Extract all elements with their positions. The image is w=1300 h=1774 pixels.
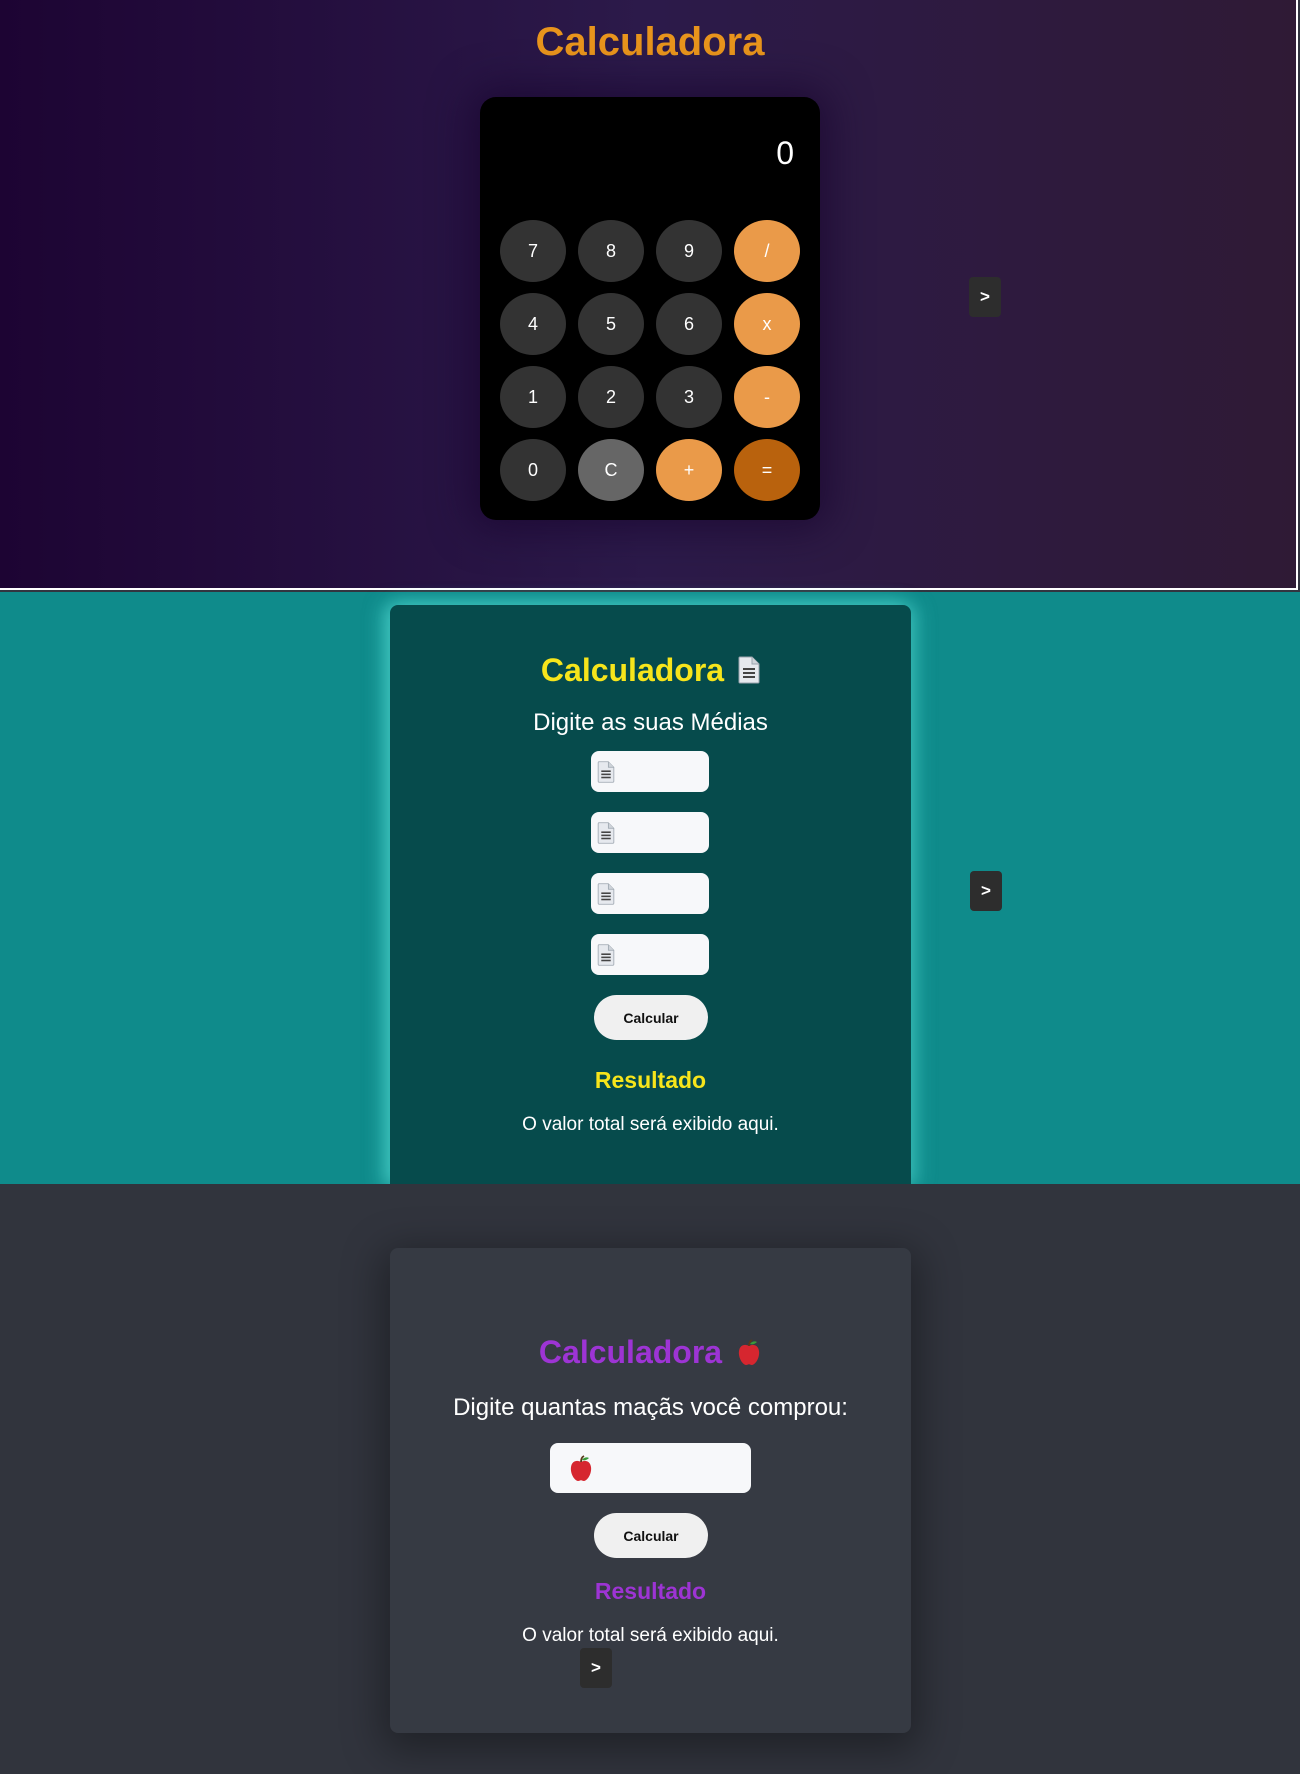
apples-title-text: Calculadora — [538, 1334, 723, 1370]
calculate-button[interactable]: Calcular — [594, 995, 708, 1040]
result-text: O valor total será exibido aqui. — [522, 1114, 779, 1135]
grade-input-2[interactable] — [591, 812, 709, 853]
key-equals[interactable]: = — [734, 439, 800, 501]
grades-title-text: Calculadora — [540, 652, 725, 688]
apples-calculator-section: Calculadora Digite quantas maçãs você co… — [0, 1184, 1300, 1774]
grades-calculator-section: Calculadora Digite as suas Médias Calcul… — [0, 592, 1300, 1184]
next-button[interactable]: > — [970, 871, 1002, 911]
apples-title: Calculadora — [390, 1334, 911, 1374]
key-add[interactable]: + — [656, 439, 722, 501]
calculate-button[interactable]: Calcular — [594, 1513, 708, 1558]
key-divide[interactable]: / — [734, 220, 800, 282]
key-9[interactable]: 9 — [656, 220, 722, 282]
grades-subtitle: Digite as suas Médias — [533, 709, 768, 736]
key-3[interactable]: 3 — [656, 366, 722, 428]
document-icon — [738, 655, 760, 692]
key-6[interactable]: 6 — [656, 293, 722, 355]
grade-input-3[interactable] — [591, 873, 709, 914]
basic-calculator-title: Calculadora — [535, 20, 765, 64]
apples-quantity-input[interactable] — [550, 1443, 751, 1493]
next-button[interactable]: > — [969, 277, 1001, 317]
result-title: Resultado — [594, 1067, 707, 1093]
document-icon — [597, 944, 615, 971]
apples-card: Calculadora Digite quantas maçãs você co… — [390, 1248, 911, 1733]
result-text: O valor total será exibido aqui. — [522, 1625, 779, 1646]
next-button[interactable]: > — [580, 1648, 612, 1688]
document-icon — [597, 822, 615, 849]
key-4[interactable]: 4 — [500, 293, 566, 355]
document-icon — [597, 883, 615, 910]
key-2[interactable]: 2 — [578, 366, 644, 428]
apples-subtitle: Digite quantas maçãs você comprou: — [453, 1394, 848, 1421]
key-subtract[interactable]: - — [734, 366, 800, 428]
key-clear[interactable]: C — [578, 439, 644, 501]
key-multiply[interactable]: x — [734, 293, 800, 355]
calculator-display: 0 — [776, 135, 794, 171]
grades-title: Calculadora — [390, 652, 911, 692]
grade-input-1[interactable] — [591, 751, 709, 792]
grades-card: Calculadora Digite as suas Médias Calcul… — [390, 605, 911, 1184]
document-icon — [597, 761, 615, 788]
basic-calculator-section: Calculadora 0 7 8 9 / 4 5 6 x 1 2 3 - 0 … — [0, 0, 1298, 590]
apple-icon — [568, 1454, 594, 1487]
calculator-body: 0 7 8 9 / 4 5 6 x 1 2 3 - 0 C + = — [480, 97, 820, 520]
grade-input-4[interactable] — [591, 934, 709, 975]
key-0[interactable]: 0 — [500, 439, 566, 501]
result-title: Resultado — [594, 1578, 707, 1604]
key-8[interactable]: 8 — [578, 220, 644, 282]
key-7[interactable]: 7 — [500, 220, 566, 282]
key-1[interactable]: 1 — [500, 366, 566, 428]
key-5[interactable]: 5 — [578, 293, 644, 355]
apple-icon — [736, 1337, 762, 1374]
